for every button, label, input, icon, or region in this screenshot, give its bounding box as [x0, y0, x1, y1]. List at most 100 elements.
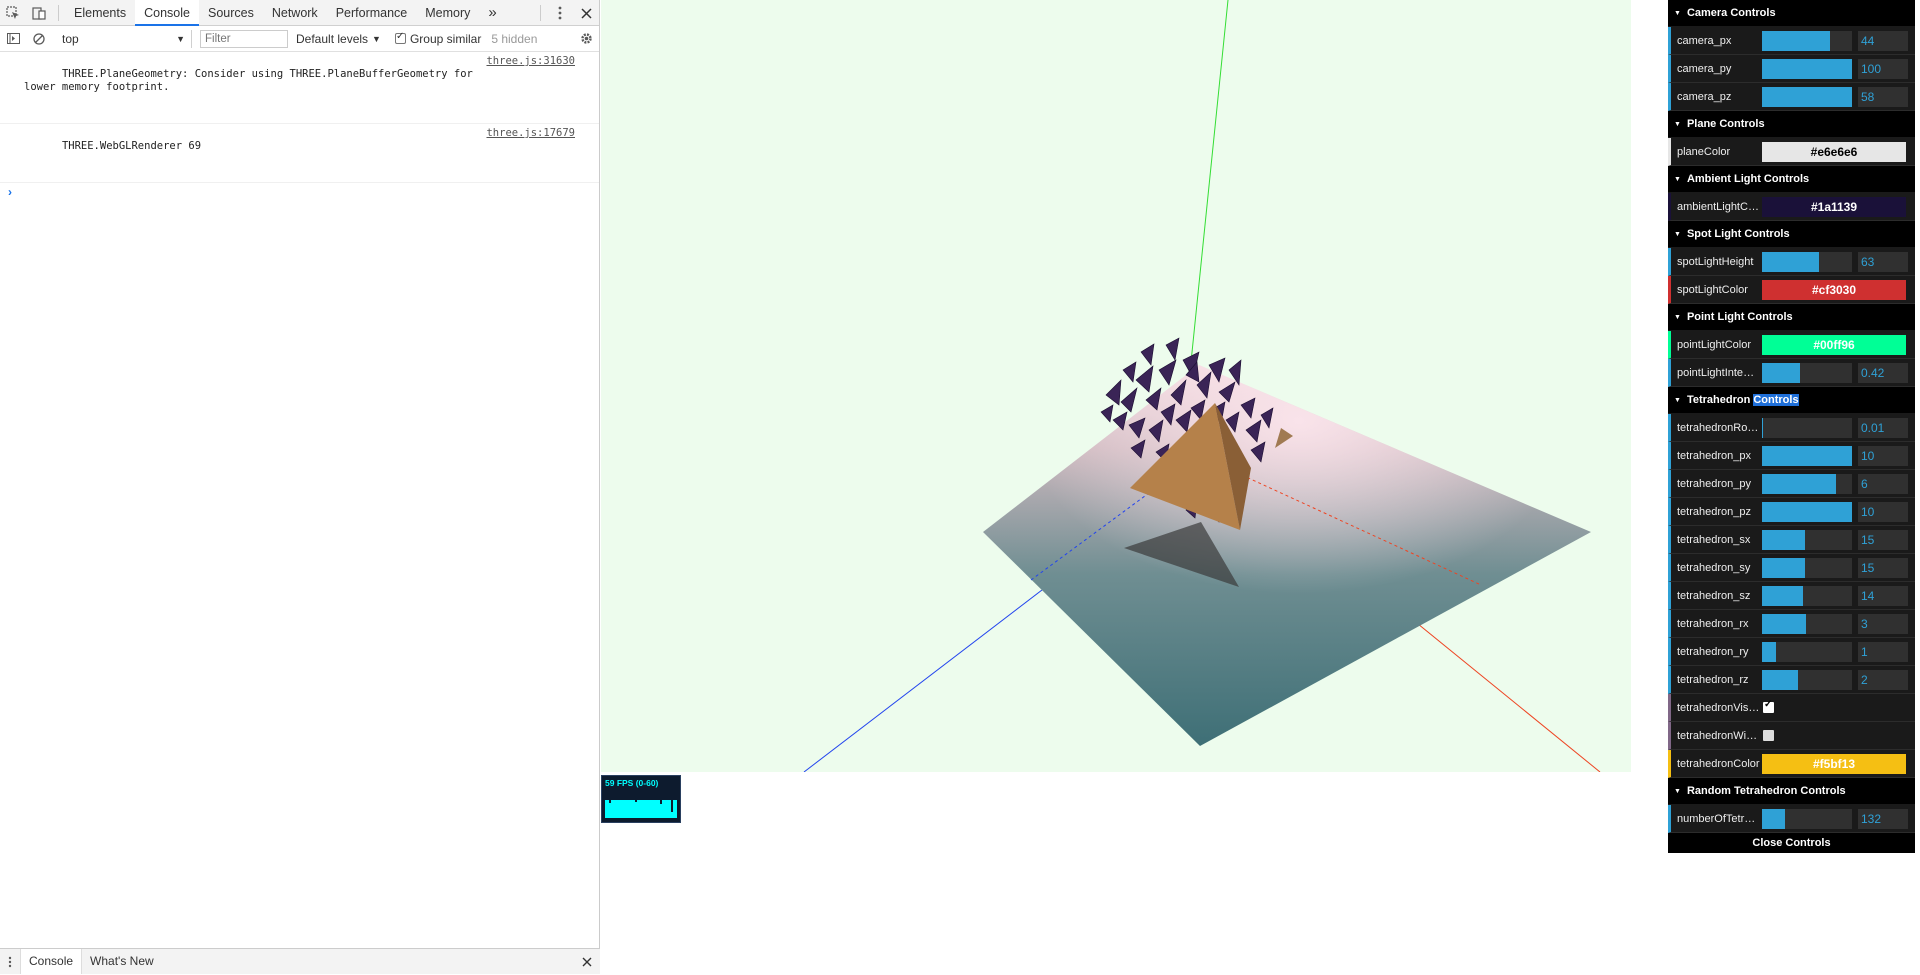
color-input[interactable]: #cf3030: [1762, 279, 1906, 300]
tab-memory[interactable]: Memory: [416, 0, 479, 26]
slider[interactable]: [1762, 473, 1852, 494]
number-input[interactable]: 15: [1858, 557, 1908, 578]
folder-tetrahedron-controls[interactable]: ▼ Tetrahedron Controls: [1668, 387, 1915, 414]
folder-spot-light-controls[interactable]: ▼ Spot Light Controls: [1668, 221, 1915, 248]
control-tetrahedron-visible: tetrahedronVisible: [1668, 694, 1915, 722]
number-input[interactable]: 3: [1858, 613, 1908, 634]
tab-performance[interactable]: Performance: [327, 0, 417, 26]
folder-camera-controls[interactable]: ▼ Camera Controls: [1668, 0, 1915, 27]
slider[interactable]: [1762, 529, 1852, 550]
visible-checkbox[interactable]: [1763, 699, 1774, 713]
kebab-menu-icon[interactable]: [547, 0, 573, 26]
more-tabs-button[interactable]: »: [479, 0, 505, 26]
color-input[interactable]: #e6e6e6: [1762, 141, 1906, 162]
folder-ambient-light-controls[interactable]: ▼ Ambient Light Controls: [1668, 166, 1915, 193]
control-label: ambientLightColor: [1677, 200, 1760, 213]
slider[interactable]: [1762, 613, 1852, 634]
control-label: tetrahedron_py: [1677, 477, 1751, 490]
drawer-tab-whats-new[interactable]: What's New: [82, 949, 162, 974]
folder-random-tetrahedron-controls[interactable]: ▼ Random Tetrahedron Controls: [1668, 778, 1915, 805]
group-similar-toggle[interactable]: Group similar: [394, 31, 481, 46]
control-label: planeColor: [1677, 145, 1731, 158]
number-input[interactable]: 14: [1858, 585, 1908, 606]
slider[interactable]: [1762, 30, 1852, 51]
tab-network[interactable]: Network: [263, 0, 327, 26]
number-input[interactable]: 10: [1858, 445, 1908, 466]
slider[interactable]: [1762, 58, 1852, 79]
number-input[interactable]: 10: [1858, 501, 1908, 522]
webgl-canvas[interactable]: [601, 0, 1631, 772]
color-input[interactable]: #f5bf13: [1762, 753, 1906, 774]
tab-console[interactable]: Console: [135, 0, 199, 26]
color-input[interactable]: #00ff96: [1762, 334, 1906, 355]
number-input[interactable]: 0.42: [1858, 362, 1908, 383]
filter-input[interactable]: [200, 29, 288, 48]
slider[interactable]: [1762, 557, 1852, 578]
group-similar-checkbox[interactable]: [394, 31, 406, 44]
device-toolbar-icon[interactable]: [26, 0, 52, 26]
show-sidebar-icon[interactable]: [0, 26, 26, 52]
slider[interactable]: [1762, 445, 1852, 466]
number-input[interactable]: 132: [1858, 808, 1908, 829]
drawer-menu-icon[interactable]: [0, 949, 20, 975]
log-levels-dropdown[interactable]: Default levels ▼: [296, 32, 381, 46]
folder-title: Spot Light Controls: [1686, 228, 1790, 240]
slider[interactable]: [1762, 641, 1852, 662]
folder-title-selected: Controls: [1753, 394, 1799, 406]
slider[interactable]: [1762, 501, 1852, 522]
folder-title: Plane Controls: [1686, 118, 1765, 130]
number-input[interactable]: 100: [1858, 58, 1908, 79]
fps-label: 59 FPS (0-60): [605, 778, 659, 788]
tab-sources[interactable]: Sources: [199, 0, 263, 26]
context-selector[interactable]: top ▼: [52, 29, 192, 48]
number-input[interactable]: 2: [1858, 669, 1908, 690]
close-drawer-icon[interactable]: [574, 949, 600, 975]
slider[interactable]: [1762, 417, 1852, 438]
tab-elements[interactable]: Elements: [65, 0, 135, 26]
folder-plane-controls[interactable]: ▼ Plane Controls: [1668, 111, 1915, 138]
number-input[interactable]: 15: [1858, 529, 1908, 550]
slider[interactable]: [1762, 251, 1852, 272]
caret-down-icon: ▼: [1674, 9, 1681, 17]
control-point-light-intensity: pointLightIntensity 0.42: [1668, 359, 1915, 387]
toolbar-divider: [58, 4, 59, 21]
control-tetrahedron-pz: tetrahedron_pz 10: [1668, 498, 1915, 526]
fps-stats-panel[interactable]: 59 FPS (0-60): [601, 775, 681, 823]
slider[interactable]: [1762, 669, 1852, 690]
number-input[interactable]: 58: [1858, 86, 1908, 107]
caret-down-icon: ▼: [1674, 787, 1681, 795]
control-tetrahedron-sx: tetrahedron_sx 15: [1668, 526, 1915, 554]
number-input[interactable]: 44: [1858, 30, 1908, 51]
color-input[interactable]: #1a1139: [1762, 196, 1906, 217]
slider[interactable]: [1762, 808, 1852, 829]
slider[interactable]: [1762, 362, 1852, 383]
wireframe-checkbox[interactable]: [1763, 730, 1774, 741]
close-controls-button[interactable]: Close Controls: [1668, 833, 1915, 853]
console-prompt[interactable]: ›: [0, 183, 599, 199]
folder-point-light-controls[interactable]: ▼ Point Light Controls: [1668, 304, 1915, 331]
source-link[interactable]: three.js:31630: [486, 55, 575, 68]
clear-console-icon[interactable]: [26, 26, 52, 52]
control-ambient-light-color: ambientLightColor #1a1139: [1668, 193, 1915, 221]
context-value: top: [62, 31, 79, 46]
control-spot-light-height: spotLightHeight 63: [1668, 248, 1915, 276]
control-label: tetrahedron_px: [1677, 449, 1751, 462]
control-tetrahedron-rx: tetrahedron_rx 3: [1668, 610, 1915, 638]
plane-highlight: [983, 365, 1591, 746]
control-camera-px: camera_px 44: [1668, 27, 1915, 55]
number-input[interactable]: 63: [1858, 251, 1908, 272]
number-input[interactable]: 0.01: [1858, 417, 1908, 438]
control-label: tetrahedron_sz: [1677, 589, 1751, 602]
console-message: THREE.WebGLRenderer 69 three.js:17679: [0, 124, 599, 183]
control-label: spotLightHeight: [1677, 255, 1754, 268]
settings-gear-icon[interactable]: [573, 26, 599, 52]
inspect-element-icon[interactable]: [0, 0, 26, 26]
slider[interactable]: [1762, 86, 1852, 107]
drawer-tabbar: Console What's New: [0, 948, 600, 974]
close-devtools-icon[interactable]: [573, 0, 599, 26]
number-input[interactable]: 1: [1858, 641, 1908, 662]
number-input[interactable]: 6: [1858, 473, 1908, 494]
drawer-tab-console[interactable]: Console: [20, 949, 83, 974]
slider[interactable]: [1762, 585, 1852, 606]
source-link[interactable]: three.js:17679: [486, 127, 575, 140]
